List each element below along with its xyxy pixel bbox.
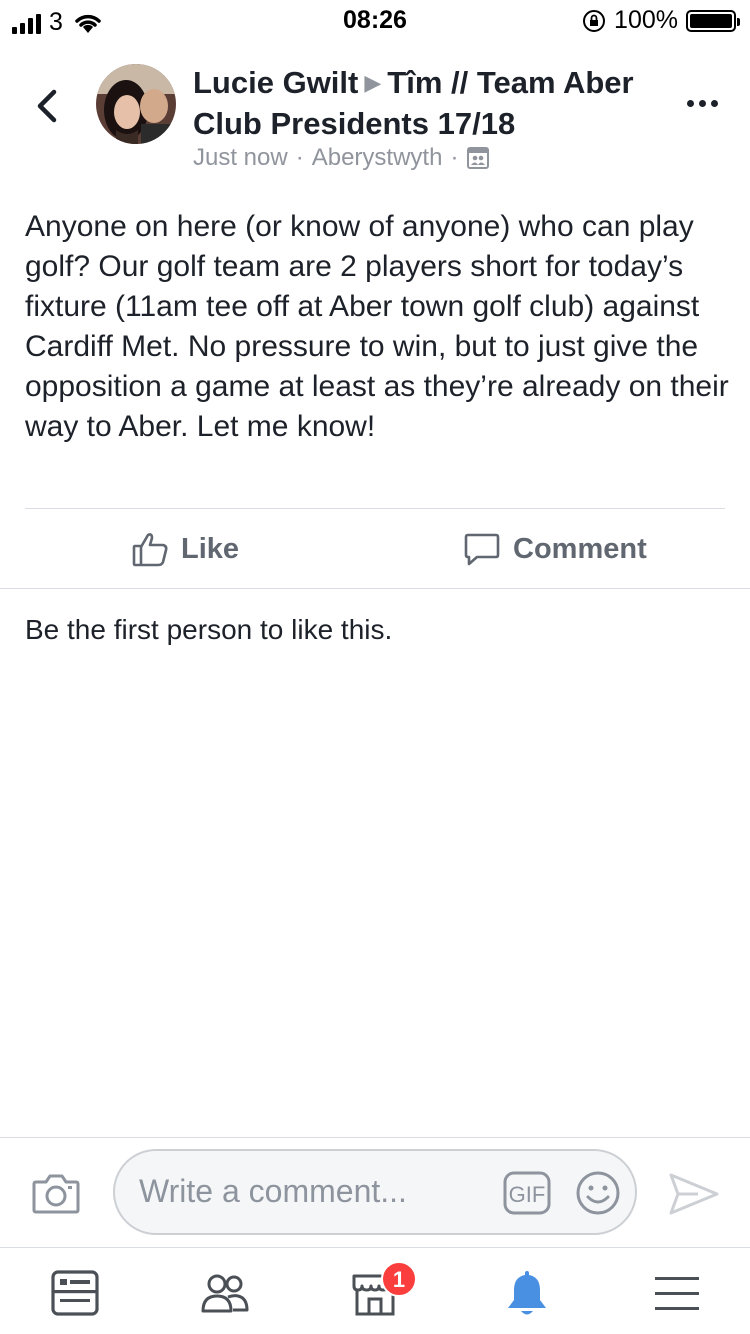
avatar-photo [96, 64, 176, 144]
battery-percent: 100% [614, 6, 678, 34]
post-body: Anyone on here (or know of anyone) who c… [25, 210, 729, 443]
comment-button[interactable]: Comment [463, 530, 647, 568]
friends-icon[interactable] [200, 1268, 250, 1318]
notifications-bell-icon[interactable] [502, 1268, 552, 1318]
gif-button[interactable]: GIF [503, 1171, 551, 1215]
news-feed-icon[interactable] [50, 1268, 100, 1318]
comment-placeholder: Write a comment... [139, 1173, 407, 1209]
post-time[interactable]: Just now [193, 144, 288, 172]
post-title[interactable]: Lucie Gwilt ▶ Tîm // Team Aber Club Presid… [193, 64, 663, 143]
battery-icon [686, 9, 740, 32]
group-privacy-icon [467, 147, 490, 169]
action-row: Like Comment [0, 510, 750, 588]
divider [0, 588, 750, 589]
post-meta: Just now · Aberystwyth · [193, 144, 490, 172]
status-bar: 3 08:26 100% [0, 0, 750, 40]
send-icon[interactable] [668, 1172, 720, 1216]
post-location[interactable]: Aberystwyth [312, 144, 443, 172]
menu-icon[interactable] [652, 1268, 702, 1318]
orientation-lock-icon [583, 9, 606, 32]
like-button[interactable]: Like [131, 530, 239, 568]
comment-bar: Write a comment... GIF [0, 1137, 750, 1247]
separator-dot: · [450, 144, 459, 171]
camera-icon[interactable] [32, 1172, 80, 1214]
separator-dot: · [295, 144, 304, 171]
gif-label: GIF [509, 1182, 546, 1207]
thumbs-up-icon [132, 533, 168, 567]
post-header: Lucie Gwilt ▶ Tîm // Team Aber Club Presid… [0, 60, 750, 180]
emoji-icon[interactable] [575, 1170, 621, 1216]
arrow-right-icon: ▶ [364, 70, 382, 95]
author-name[interactable]: Lucie Gwilt [193, 65, 358, 100]
divider [25, 508, 725, 509]
tab-bar: 1 [0, 1247, 750, 1334]
post-detail-screen: 3 08:26 100% Lucie Gwilt ▶ Tîm // Team A… [0, 0, 750, 1334]
like-label: Like [181, 532, 240, 565]
speech-bubble-icon [464, 533, 500, 566]
comment-label: Comment [513, 532, 647, 565]
more-options-button[interactable] [687, 100, 718, 107]
comment-input[interactable]: Write a comment... GIF [113, 1149, 637, 1235]
marketplace-badge: 1 [381, 1261, 417, 1297]
avatar[interactable] [96, 64, 176, 144]
back-button[interactable] [28, 86, 68, 126]
likes-summary: Be the first person to like this. [25, 614, 393, 645]
status-right: 100% [582, 6, 740, 35]
